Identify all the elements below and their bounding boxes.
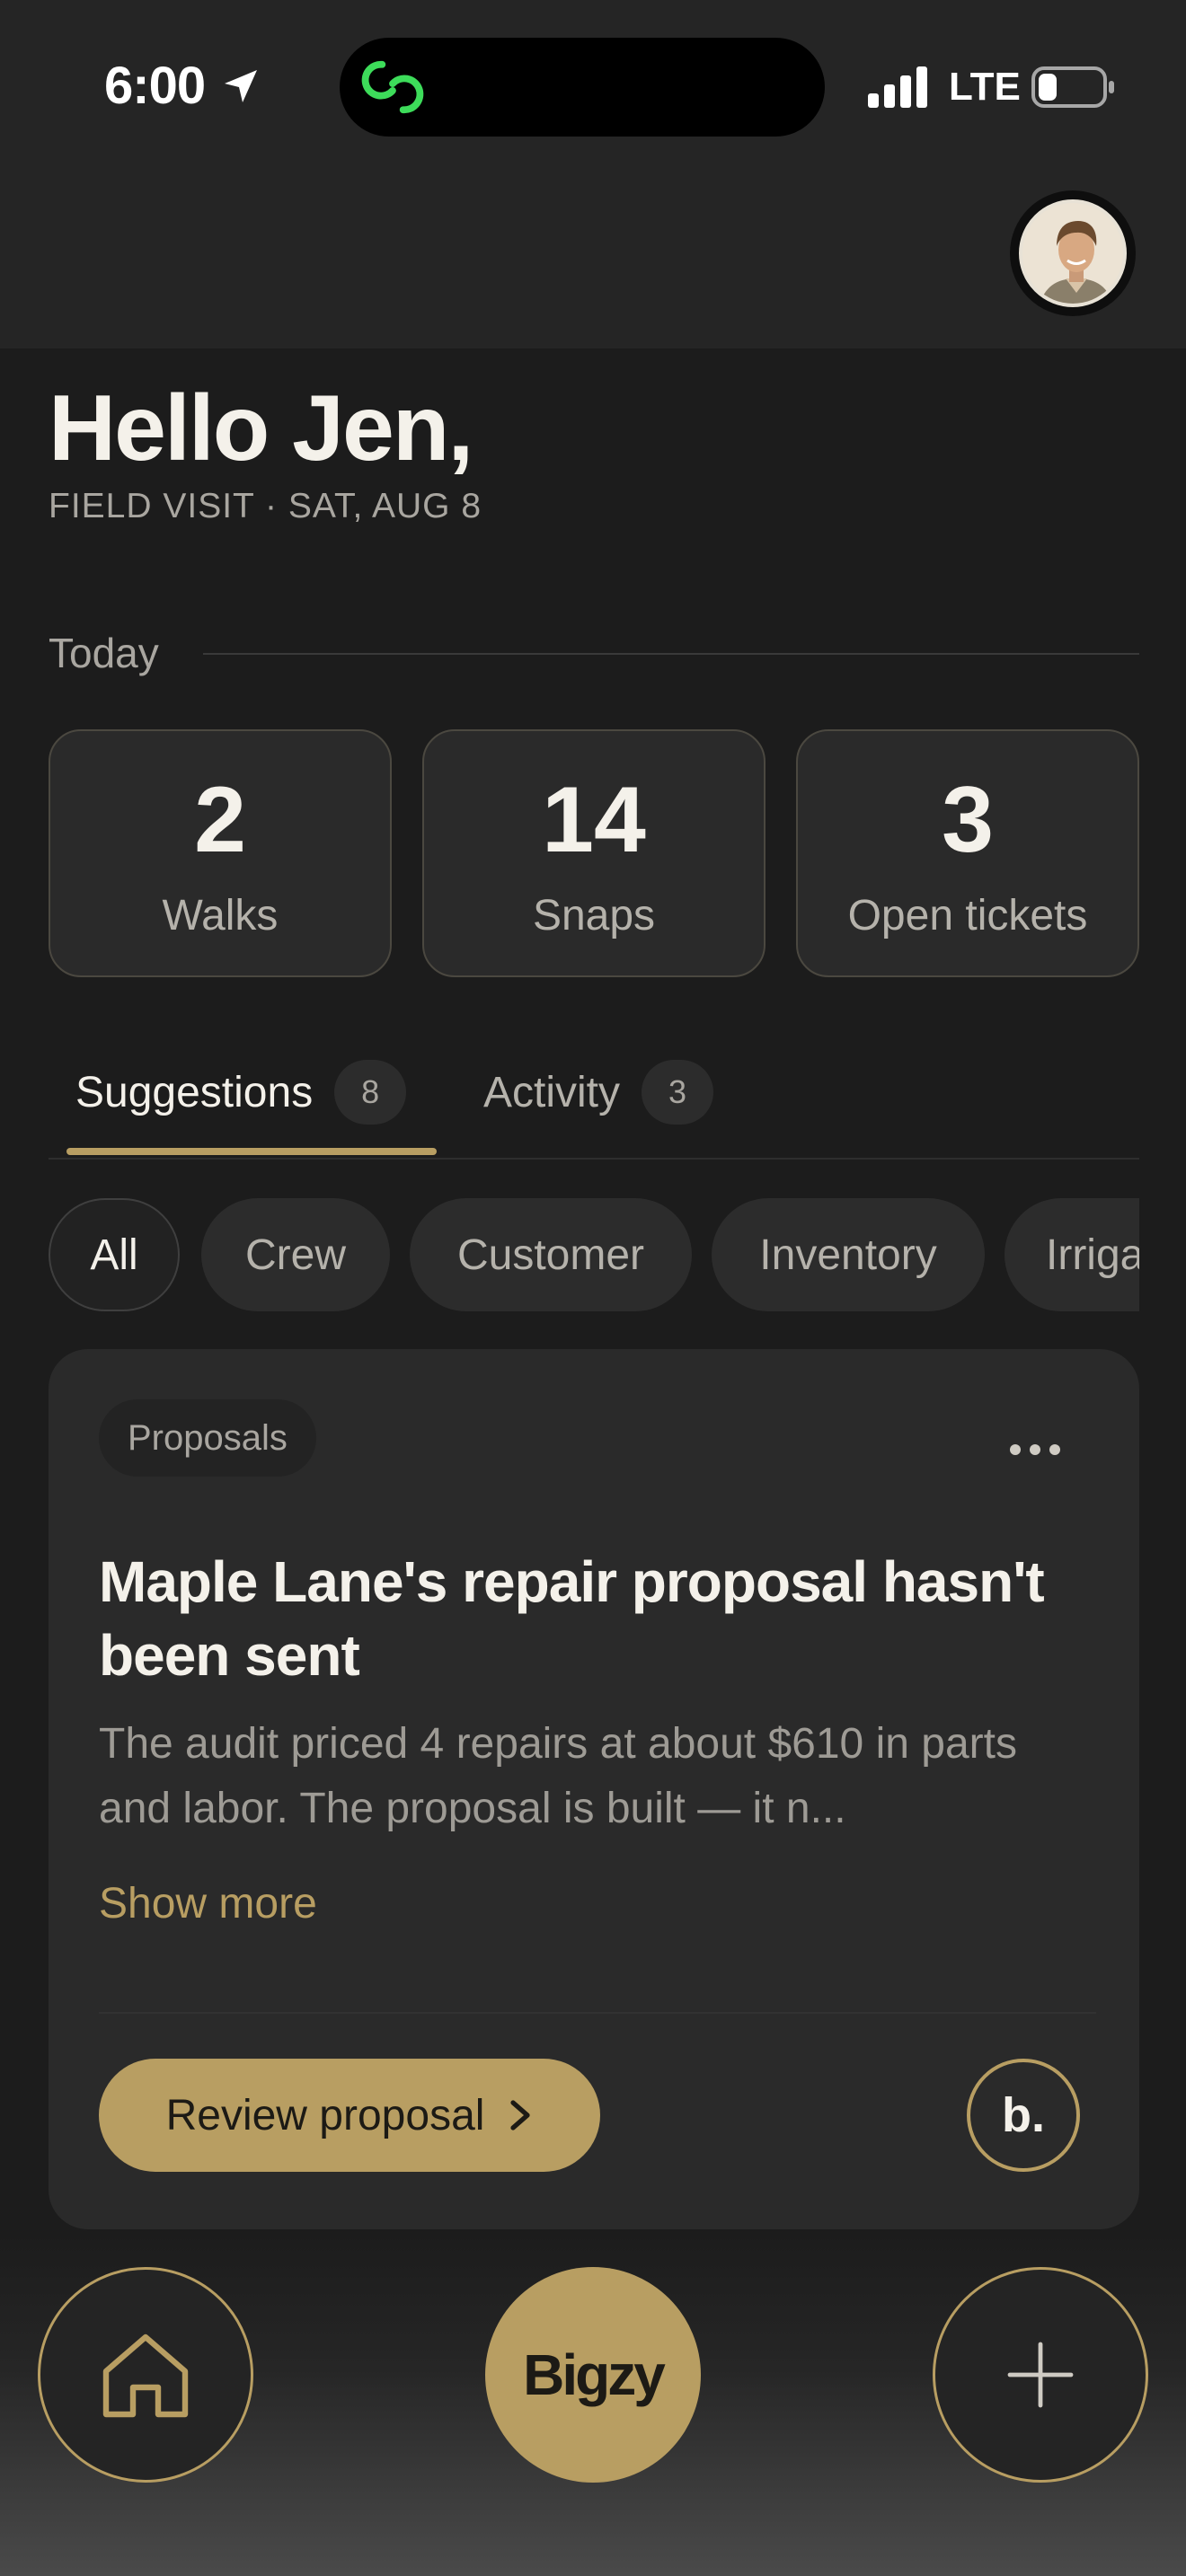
stat-value: 2 (194, 768, 246, 872)
visit-subtitle: FIELD VISIT · SAT, AUG 8 (49, 487, 482, 525)
greeting-title: Hello Jen, (49, 376, 474, 481)
status-bar: 6:00 LTE (0, 0, 1186, 169)
avatar-photo (1019, 199, 1127, 307)
tab-count-badge: 8 (334, 1060, 407, 1125)
more-options-icon[interactable] (1008, 1442, 1062, 1457)
add-button[interactable] (933, 2267, 1148, 2483)
home-button[interactable] (38, 2267, 253, 2483)
network-type: LTE (949, 65, 1021, 109)
stat-card-snaps[interactable]: 14 Snaps (422, 729, 766, 977)
card-divider (99, 2012, 1096, 2014)
chevron-right-icon (510, 2100, 531, 2130)
button-label: Review proposal (165, 2091, 485, 2139)
review-proposal-button[interactable]: Review proposal (99, 2059, 600, 2172)
bigzy-badge[interactable]: b. (967, 2059, 1080, 2172)
link-rings-icon (361, 60, 424, 114)
stat-value: 14 (542, 768, 646, 872)
filter-chip-crew[interactable]: Crew (201, 1198, 390, 1311)
filter-chip-irrigation[interactable]: Irriga (1005, 1198, 1139, 1311)
today-section-label: Today (49, 630, 159, 676)
stat-label: Snaps (532, 892, 656, 940)
stat-label: Open tickets (847, 892, 1088, 940)
tab-suggestions[interactable]: Suggestions 8 (75, 1060, 407, 1125)
category-tag: Proposals (99, 1399, 316, 1477)
card-title: Maple Lane's repair proposal hasn't been… (99, 1549, 1045, 1688)
person-portrait-icon (1022, 203, 1123, 304)
header: 6:00 LTE (0, 0, 1186, 348)
dynamic-island (340, 38, 825, 137)
suggestion-card: Proposals Maple Lane's repair proposal h… (49, 1349, 1139, 2229)
filter-chip-all[interactable]: All (49, 1198, 180, 1311)
filter-chip-inventory[interactable]: Inventory (712, 1198, 985, 1311)
section-divider (203, 653, 1139, 655)
location-arrow-icon (225, 70, 257, 102)
show-more-link[interactable]: Show more (99, 1879, 317, 1928)
card-description: The audit priced 4 repairs at about $610… (99, 1720, 1017, 1832)
home-icon (102, 2333, 189, 2418)
cellular-signal-icon (868, 66, 927, 108)
active-tab-indicator (66, 1148, 437, 1155)
filter-chip-customer[interactable]: Customer (410, 1198, 692, 1311)
tab-count-badge: 3 (642, 1060, 714, 1125)
plus-icon (1007, 2342, 1074, 2408)
stat-label: Walks (162, 892, 279, 940)
bigzy-assistant-button[interactable]: Bigzy (485, 2267, 701, 2483)
stat-card-walks[interactable]: 2 Walks (49, 729, 392, 977)
tabs-divider (49, 1158, 1139, 1160)
status-time: 6:00 (104, 57, 206, 115)
tab-label: Activity (483, 1068, 621, 1116)
stat-card-open-tickets[interactable]: 3 Open tickets (796, 729, 1139, 977)
battery-icon (1031, 66, 1114, 108)
tab-activity[interactable]: Activity 3 (483, 1060, 714, 1125)
app-screen: 6:00 LTE Hello Jen, FIELD VISIT · SAT, A… (0, 0, 1186, 2576)
profile-avatar[interactable] (1010, 190, 1136, 316)
tab-label: Suggestions (75, 1068, 314, 1116)
stat-value: 3 (942, 768, 994, 872)
